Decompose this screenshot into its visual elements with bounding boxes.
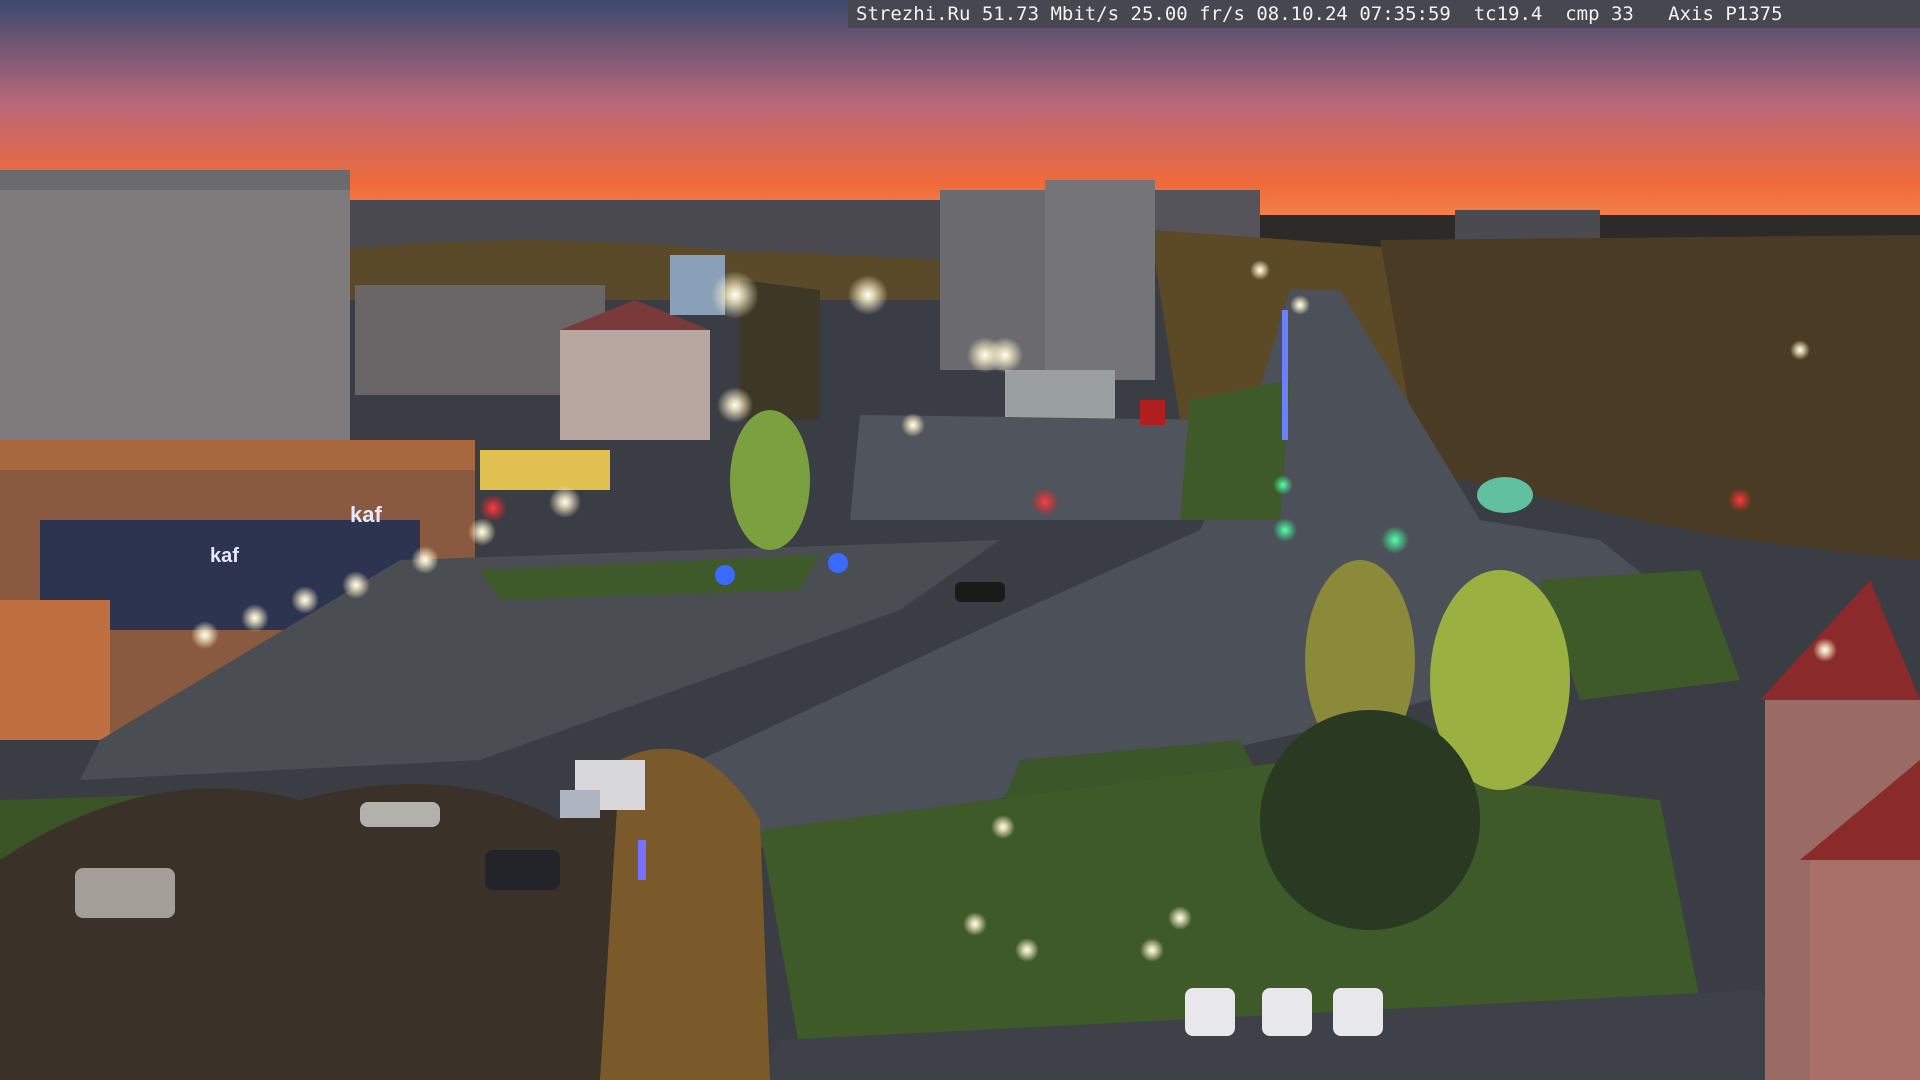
webcam-scene: kaf kaf (0, 0, 1920, 1080)
camera-info-overlay: Strezhi.Ru 51.73 Mbit/s 25.00 fr/s 08.10… (848, 0, 1920, 28)
store-sign-left: kaf (350, 502, 382, 527)
store-sign-lower: kaf (210, 545, 239, 567)
